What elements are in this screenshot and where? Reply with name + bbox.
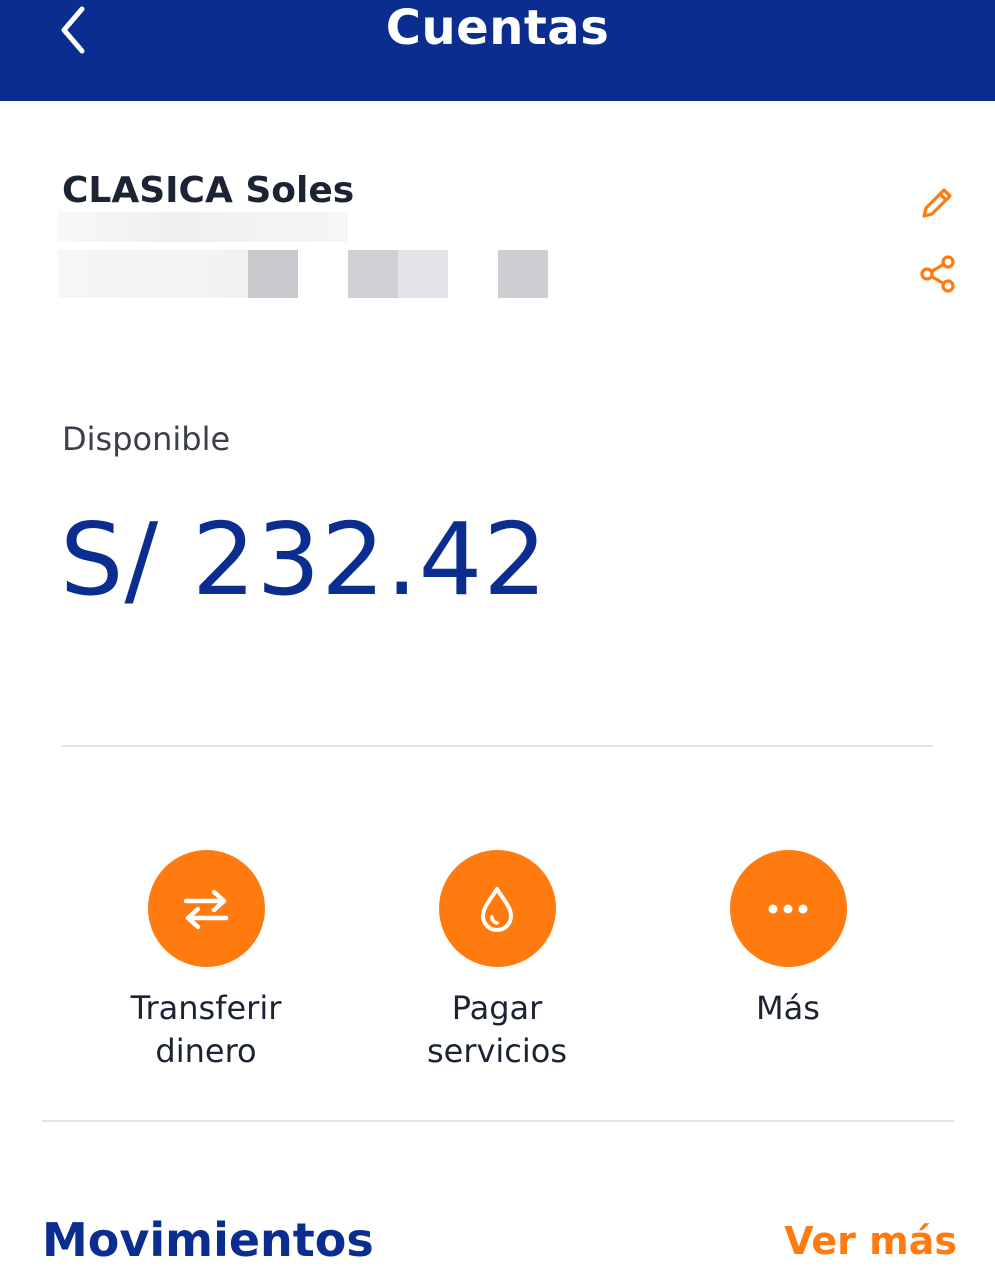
movements-title: Movimientos xyxy=(42,1213,374,1267)
divider xyxy=(62,745,933,747)
pencil-icon xyxy=(922,188,952,218)
transfer-money-button[interactable]: Transferir dinero xyxy=(86,850,326,1073)
transfer-circle xyxy=(147,850,265,967)
page-title: Cuentas xyxy=(385,0,610,56)
see-more-link[interactable]: Ver más xyxy=(784,1212,957,1270)
more-circle xyxy=(729,850,847,967)
more-dots-icon xyxy=(768,904,808,913)
masked-account-number xyxy=(58,212,348,242)
share-icon xyxy=(920,255,955,293)
masked-account-cci xyxy=(58,250,548,298)
divider xyxy=(42,1120,954,1122)
more-label: Más xyxy=(756,989,820,1027)
more-button[interactable]: Más xyxy=(668,850,908,1030)
pay-services-label: Pagar servicios xyxy=(426,989,568,1070)
available-label: Disponible xyxy=(62,420,231,458)
pay-services-button[interactable]: Pagar servicios xyxy=(377,850,617,1073)
balance-amount: S/ 232.42 xyxy=(60,501,548,618)
share-button[interactable] xyxy=(912,248,964,300)
pay-services-circle xyxy=(438,850,556,967)
app-header: Cuentas xyxy=(0,0,995,101)
transfer-money-label: Transferir dinero xyxy=(130,989,282,1070)
drop-icon xyxy=(481,886,513,932)
account-name: CLASICA Soles xyxy=(62,170,355,211)
edit-button[interactable] xyxy=(910,178,962,230)
transfer-arrows-icon xyxy=(183,889,229,929)
